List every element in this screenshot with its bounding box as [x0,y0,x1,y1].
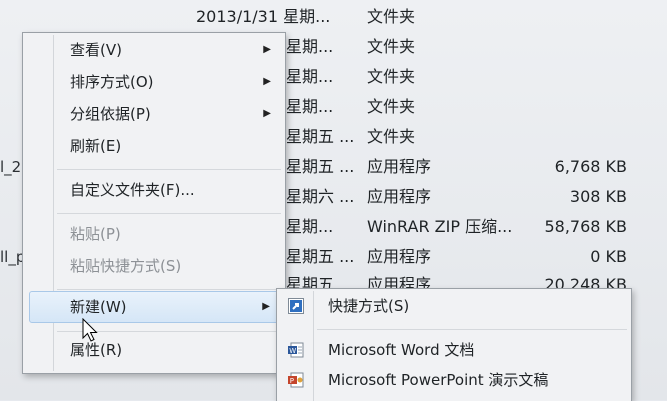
menu-item-paste-shortcut[interactable]: 粘贴快捷方式(S) [23,251,285,281]
file-type: 文件夹 [367,127,416,146]
file-type: WinRAR ZIP 压缩... [367,217,513,236]
modified-date: 星期五 ... [286,127,355,146]
menu-item-sort[interactable]: 排序方式(O) ▶ [23,67,285,97]
context-menu: 查看(V) ▶ 排序方式(O) ▶ 分组依据(P) ▶ 刷新(E) 自定义文件夹… [22,32,286,374]
menu-separator [57,289,281,290]
chevron-right-icon: ▶ [263,44,271,55]
submenu-item-powerpoint-presentation[interactable]: P Microsoft PowerPoint 演示文稿 [277,365,631,395]
menu-item-label: 排序方式(O) [70,73,154,91]
submenu-item-label: Microsoft Word 文档 [328,341,475,359]
submenu-item-shortcut[interactable]: 快捷方式(S) [277,291,631,321]
file-row[interactable]: 2013/1/31 星期... 文件夹 [0,2,667,32]
file-type: 应用程序 [367,187,432,206]
menu-item-label: 分组依据(P) [70,105,151,123]
file-size: 6,768 KB [554,157,627,176]
menu-item-view[interactable]: 查看(V) ▶ [23,35,285,65]
modified-date: 星期... [286,97,334,116]
menu-item-refresh[interactable]: 刷新(E) [23,131,285,161]
modified-date: 星期五 ... [286,247,355,266]
modified-date: 星期... [286,67,334,86]
modified-date: 2013/1/31 星期... [196,7,331,26]
menu-item-label: 查看(V) [70,41,122,59]
file-type: 应用程序 [367,275,432,290]
menu-item-label: 刷新(E) [70,137,122,155]
svg-text:W: W [289,347,296,355]
powerpoint-document-icon: P [288,372,304,388]
menu-item-new[interactable]: 新建(W) ▶ [29,291,279,323]
modified-date: 星期五 ... [286,157,355,176]
new-submenu: 快捷方式(S) W Microsoft Word 文档 P Microsoft … [276,288,632,401]
modified-date: 星期... [286,217,334,236]
svg-text:P: P [290,377,294,385]
menu-item-group[interactable]: 分组依据(P) ▶ [23,99,285,129]
modified-date: 星期六 ... [286,187,355,206]
modified-date: 星期五 ... [286,275,355,290]
file-type: 文件夹 [367,97,416,116]
menu-item-label: 粘贴快捷方式(S) [70,257,182,275]
menu-item-customize-folder[interactable]: 自定义文件夹(F)... [23,175,285,205]
submenu-item-word-document[interactable]: W Microsoft Word 文档 [277,335,631,365]
word-document-icon: W [288,342,304,358]
file-size: 58,768 KB [544,217,627,236]
chevron-right-icon: ▶ [263,108,271,119]
file-name-fragment: l_2 [0,158,22,176]
menu-item-label: 自定义文件夹(F)... [70,181,195,199]
menu-item-properties[interactable]: 属性(R) [23,335,285,365]
shortcut-icon [288,298,304,314]
file-type: 文件夹 [367,7,416,26]
menu-item-paste[interactable]: 粘贴(P) [23,219,285,249]
file-size: 20,248 KB [544,275,627,290]
submenu-item-label: 快捷方式(S) [328,297,410,315]
file-type: 应用程序 [367,157,432,176]
chevron-right-icon: ▶ [262,301,270,312]
menu-item-label: 粘贴(P) [70,225,121,243]
file-type: 文件夹 [367,67,416,86]
chevron-right-icon: ▶ [263,76,271,87]
file-type: 应用程序 [367,247,432,266]
menu-separator [57,169,281,170]
file-type: 文件夹 [367,37,416,56]
menu-separator [317,329,627,330]
modified-date: 星期... [286,37,334,56]
menu-separator [57,213,281,214]
submenu-item-label: Microsoft PowerPoint 演示文稿 [328,371,549,389]
menu-item-label: 新建(W) [70,298,127,316]
file-size: 308 KB [569,187,627,206]
mouse-pointer-icon [82,318,98,342]
file-size: 0 KB [590,247,627,266]
